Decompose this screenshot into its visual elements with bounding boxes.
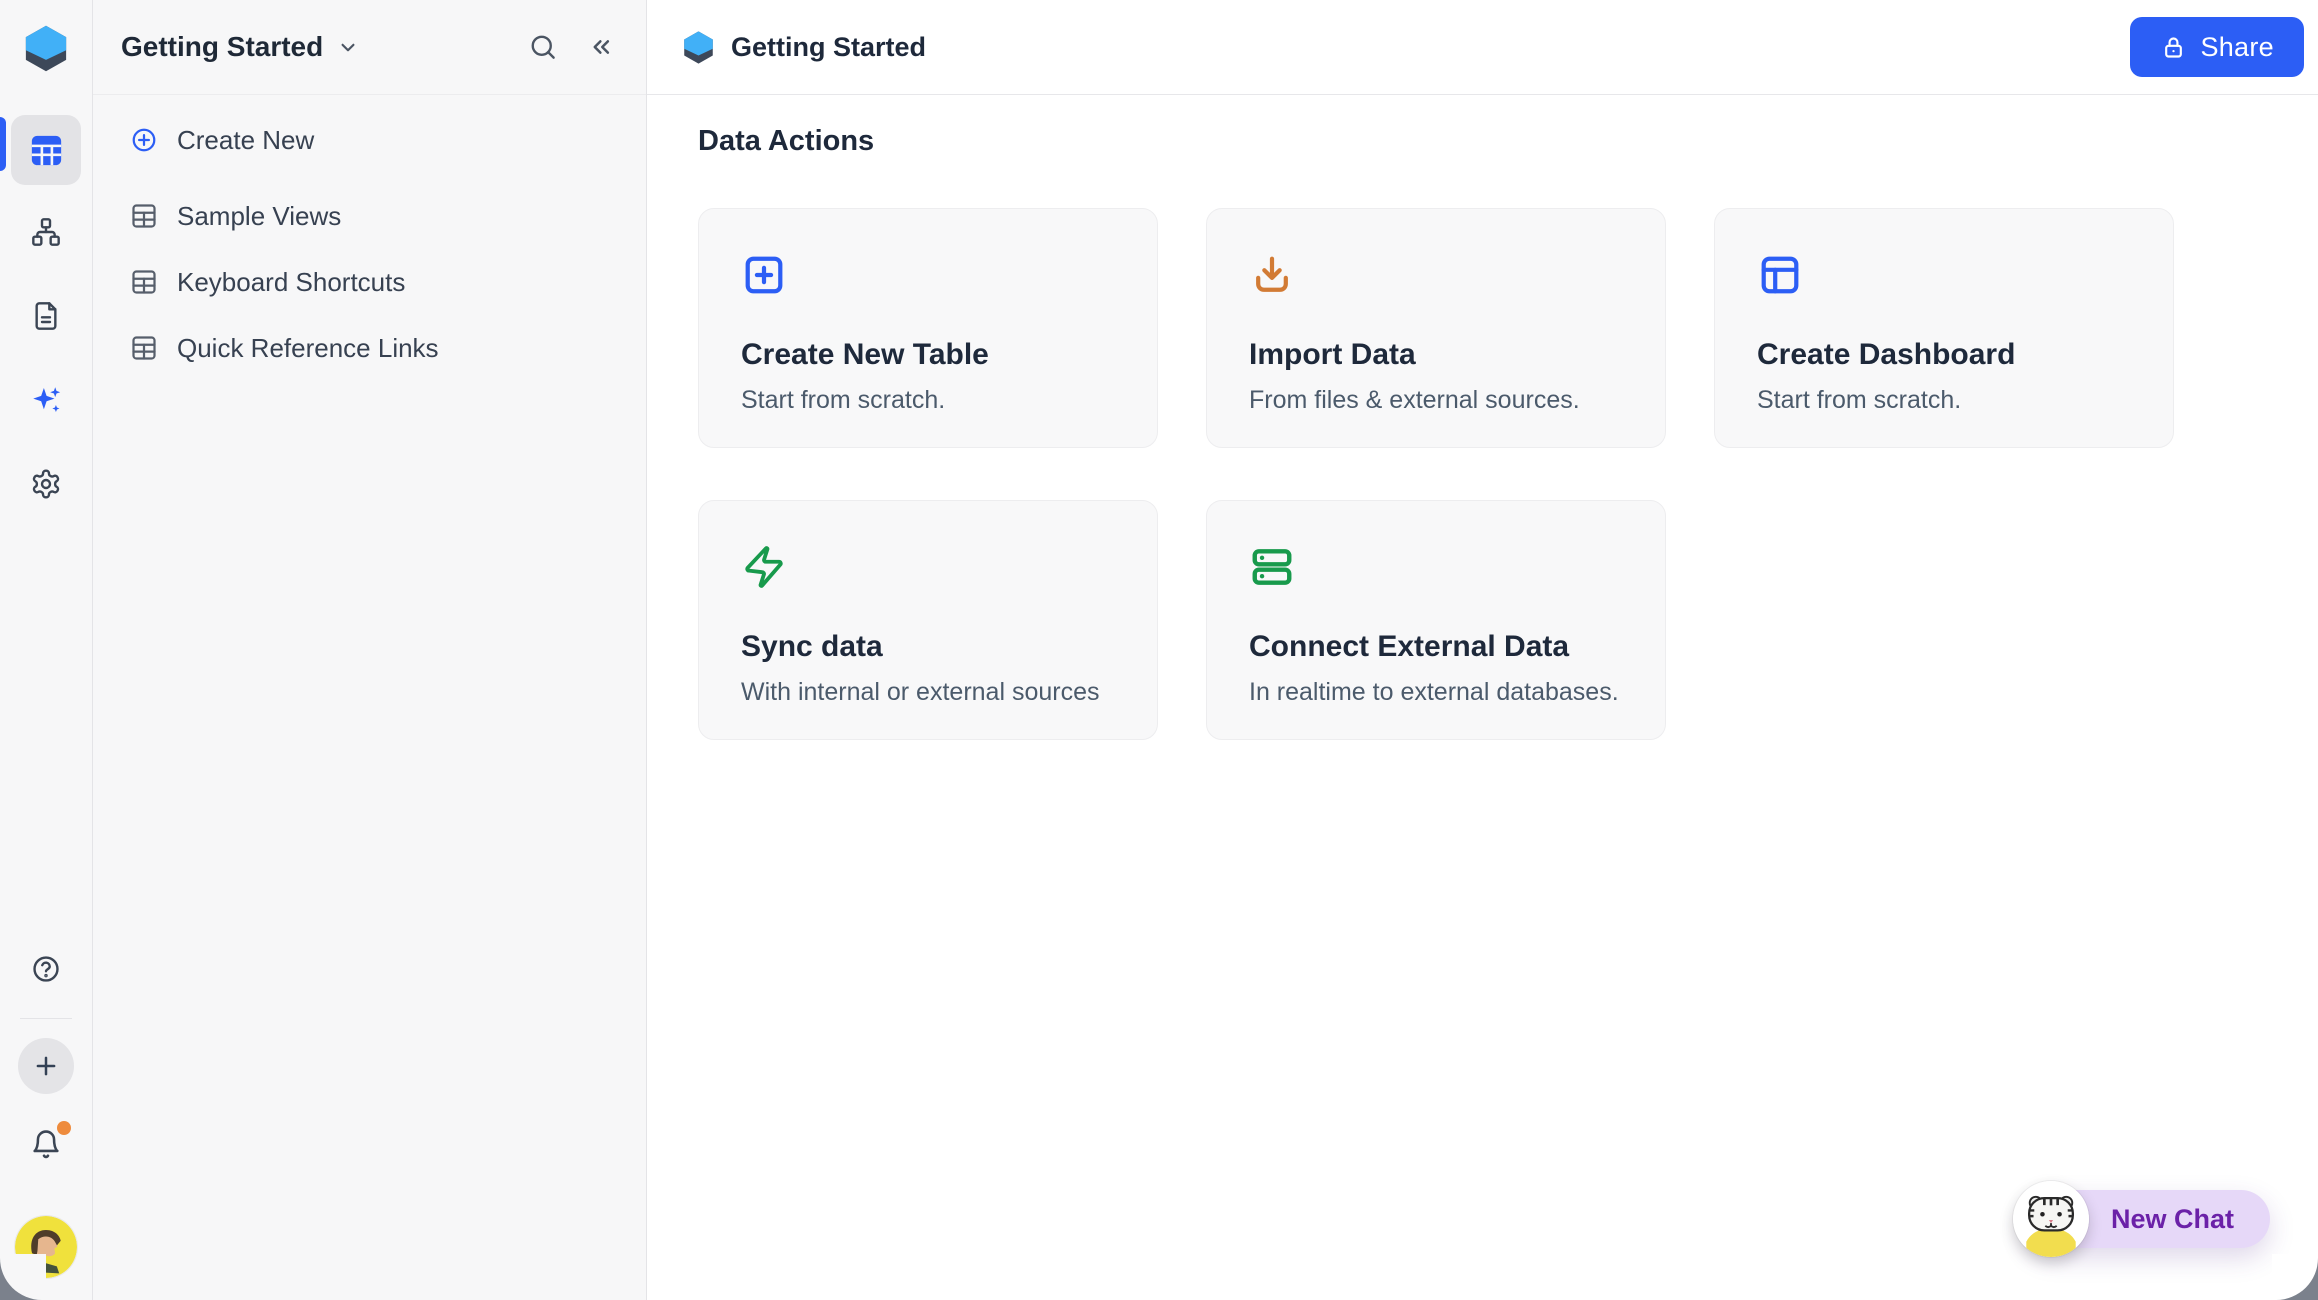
rail-item-tables[interactable]	[11, 115, 81, 185]
notifications-button[interactable]	[29, 1128, 63, 1162]
card-import-data[interactable]: Import Data From files & external source…	[1206, 208, 1666, 448]
circle-plus-icon	[130, 126, 158, 154]
help-button[interactable]	[30, 953, 62, 985]
card-subtitle: Start from scratch.	[741, 386, 1115, 415]
tiger-avatar	[2013, 1181, 2089, 1257]
sidebar-item-label: Keyboard Shortcuts	[177, 267, 405, 298]
card-create-dashboard[interactable]: Create Dashboard Start from scratch.	[1714, 208, 2174, 448]
card-title: Connect External Data	[1249, 630, 1623, 664]
main-header: Getting Started Share	[647, 0, 2318, 95]
rail-divider	[20, 1018, 72, 1019]
card-title: Import Data	[1249, 338, 1623, 372]
card-subtitle: In realtime to external databases.	[1249, 678, 1623, 707]
dashboard-layout-icon	[1757, 252, 1803, 298]
active-rail-indicator	[0, 117, 6, 171]
document-icon	[30, 300, 62, 332]
sidebar-item-label: Sample Views	[177, 201, 341, 232]
sidebar-items: Create New Sample Views Keyboard Shortcu…	[93, 95, 646, 378]
notifications-bell-icon	[29, 1128, 63, 1162]
square-plus-icon	[741, 252, 787, 298]
table-icon	[130, 334, 158, 362]
rail-item-settings[interactable]	[29, 467, 63, 501]
new-chat-button[interactable]: New Chat	[2025, 1190, 2270, 1248]
card-connect-external-data[interactable]: Connect External Data In realtime to ext…	[1206, 500, 1666, 740]
rail-item-documents[interactable]	[29, 299, 63, 333]
tiger-avatar-image	[2013, 1181, 2089, 1257]
notification-badge	[57, 1121, 71, 1135]
nav-rail	[0, 0, 93, 1300]
lock-icon	[2160, 34, 2187, 61]
help-icon	[30, 953, 62, 985]
content: Data Actions Create New Table Start from…	[647, 125, 2318, 740]
sidebar-item-label: Create New	[177, 125, 314, 156]
hexagon-cube-logo-icon	[24, 24, 68, 73]
share-button[interactable]: Share	[2130, 17, 2304, 77]
sidebar-header-actions	[528, 32, 616, 62]
share-button-label: Share	[2200, 32, 2274, 63]
collapse-sidebar-button[interactable]	[586, 32, 616, 62]
sidebar-item-keyboard-shortcuts[interactable]: Keyboard Shortcuts	[93, 252, 634, 312]
add-icon	[31, 1051, 61, 1081]
table-icon	[130, 268, 158, 296]
sidebar-item-quick-reference-links[interactable]: Quick Reference Links	[93, 318, 634, 378]
user-avatar[interactable]	[15, 1216, 77, 1278]
sidebar-item-create-new[interactable]: Create New	[93, 110, 634, 170]
user-avatar-image	[15, 1216, 77, 1278]
app-logo[interactable]	[24, 24, 68, 73]
main-area: Getting Started Share Data Actions Creat…	[647, 0, 2318, 1300]
add-button[interactable]	[18, 1038, 74, 1094]
sidebar-item-label: Quick Reference Links	[177, 333, 439, 364]
automation-network-icon	[30, 216, 62, 248]
card-title: Create New Table	[741, 338, 1115, 372]
card-create-new-table[interactable]: Create New Table Start from scratch.	[698, 208, 1158, 448]
table-grid-icon	[28, 132, 65, 169]
card-sync-data[interactable]: Sync data With internal or external sour…	[698, 500, 1158, 740]
chevron-down-icon	[335, 34, 361, 60]
search-icon	[528, 32, 558, 62]
card-title: Create Dashboard	[1757, 338, 2131, 372]
new-chat-label: New Chat	[2111, 1204, 2234, 1235]
card-subtitle: With internal or external sources	[741, 678, 1115, 707]
rail-item-automation[interactable]	[29, 215, 63, 249]
settings-gear-icon	[30, 468, 62, 500]
import-download-icon	[1249, 252, 1295, 298]
card-subtitle: Start from scratch.	[1757, 386, 2131, 415]
rail-bottom-group	[0, 953, 92, 1300]
card-title: Sync data	[741, 630, 1115, 664]
page-hexagon-icon	[683, 30, 714, 65]
page-title: Getting Started	[731, 32, 926, 63]
server-stack-icon	[1249, 544, 1295, 590]
rail-item-ai[interactable]	[29, 383, 63, 417]
card-subtitle: From files & external sources.	[1249, 386, 1623, 415]
sidebar-item-sample-views[interactable]: Sample Views	[93, 186, 634, 246]
sync-zap-icon	[741, 544, 787, 590]
search-button[interactable]	[528, 32, 558, 62]
section-title: Data Actions	[698, 125, 2318, 158]
data-actions-grid: Create New Table Start from scratch. Imp…	[698, 208, 2178, 740]
chevrons-left-icon	[586, 32, 616, 62]
table-icon	[130, 202, 158, 230]
sidebar-title: Getting Started	[121, 31, 323, 63]
sidebar-header: Getting Started	[93, 0, 646, 95]
sidebar: Getting Started	[93, 0, 647, 1300]
ai-sparkles-icon	[29, 383, 63, 417]
base-switcher[interactable]: Getting Started	[121, 31, 361, 63]
